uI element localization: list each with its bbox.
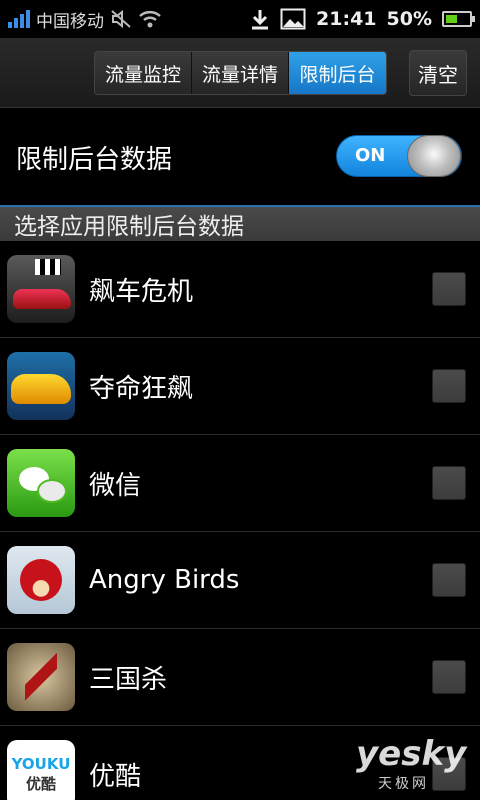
- list-item[interactable]: 三国杀: [0, 629, 480, 726]
- app-name: Angry Birds: [89, 565, 240, 595]
- app-checkbox[interactable]: [432, 272, 466, 306]
- app-list: 飙车危机 夺命狂飙 微信 Angry Birds 三国杀 YOUKU 优酷 优酷: [0, 241, 480, 800]
- restrict-background-switch[interactable]: ON: [336, 135, 462, 177]
- switch-state-label: ON: [355, 145, 386, 166]
- wifi-icon: [139, 11, 161, 28]
- youku-icon: YOUKU 优酷: [7, 740, 75, 800]
- racing-game-icon: [7, 255, 75, 323]
- watermark-logo: yesky: [356, 734, 467, 774]
- tab-traffic-monitor[interactable]: 流量监控: [95, 52, 192, 94]
- app-checkbox[interactable]: [432, 660, 466, 694]
- youku-icon-text: YOUKU: [11, 754, 71, 773]
- tab-traffic-details[interactable]: 流量详情: [192, 52, 289, 94]
- clock: 21:41: [316, 8, 377, 30]
- signal-icon: [8, 10, 30, 28]
- list-item[interactable]: Angry Birds: [0, 532, 480, 629]
- watermark: yesky 天极网: [356, 735, 466, 793]
- app-checkbox[interactable]: [432, 369, 466, 403]
- image-icon: [280, 8, 306, 30]
- clear-button[interactable]: 清空: [409, 50, 467, 96]
- mute-icon: [111, 9, 131, 29]
- restrict-background-row[interactable]: 限制后台数据 ON: [0, 108, 480, 206]
- tab-bar: 流量监控 流量详情 限制后台 清空: [0, 38, 480, 108]
- battery-percent: 50%: [386, 8, 432, 30]
- app-name: 微信: [89, 470, 142, 501]
- tab-group: 流量监控 流量详情 限制后台: [94, 51, 387, 95]
- download-icon: [252, 10, 269, 30]
- list-item[interactable]: 飙车危机: [0, 241, 480, 338]
- app-name: 三国杀: [89, 664, 168, 695]
- switch-knob[interactable]: [407, 135, 461, 177]
- app-name: 夺命狂飙: [89, 373, 194, 404]
- watermark-subtitle: 天极网: [378, 776, 429, 792]
- status-bar: 中国移动 21:41 50%: [0, 0, 480, 38]
- restrict-background-label: 限制后台数据: [16, 144, 173, 175]
- wechat-icon: [7, 449, 75, 517]
- app-name: 飙车危机: [89, 276, 194, 307]
- battery-level: [446, 15, 457, 23]
- battery-icon: [442, 11, 475, 27]
- sanguosha-icon: [7, 643, 75, 711]
- car-game-icon: [7, 352, 75, 420]
- app-checkbox[interactable]: [432, 563, 466, 597]
- section-header: 选择应用限制后台数据: [0, 205, 480, 241]
- app-checkbox[interactable]: [432, 466, 466, 500]
- youku-icon-subtext: 优酷: [25, 774, 56, 793]
- list-item[interactable]: 微信: [0, 435, 480, 532]
- tab-restrict-background[interactable]: 限制后台: [289, 52, 386, 94]
- carrier-name: 中国移动: [36, 11, 104, 32]
- app-name: 优酷: [89, 761, 142, 792]
- list-item[interactable]: 夺命狂飙: [0, 338, 480, 435]
- angry-birds-icon: [7, 546, 75, 614]
